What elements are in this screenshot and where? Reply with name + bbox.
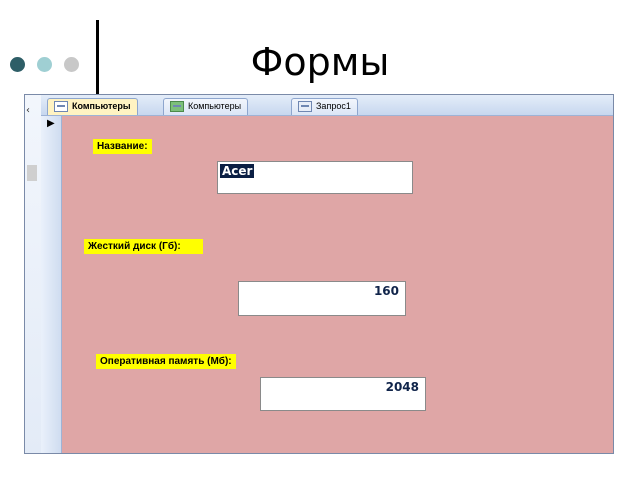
nav-collapse-icon[interactable]: ‹: [26, 105, 30, 116]
slide-title: Формы: [250, 40, 390, 84]
tab-label: Компьютеры: [72, 101, 131, 111]
hdd-label: Жесткий диск (Гб):: [84, 239, 203, 254]
name-label: Название:: [93, 139, 152, 154]
nav-pane-item[interactable]: [27, 165, 37, 181]
query-icon: [298, 101, 312, 112]
ram-value: 2048: [385, 380, 419, 394]
current-record-icon: ▶: [47, 118, 55, 129]
bullet-dot-gray: [64, 57, 79, 72]
tab-label: Компьютеры: [188, 101, 242, 111]
document-tab-bar: Компьютеры Компьютеры Запрос1: [41, 95, 613, 116]
hdd-value: 160: [373, 284, 399, 298]
navigation-pane[interactable]: ‹: [25, 95, 42, 453]
title-divider: [96, 20, 99, 94]
hdd-field[interactable]: 160: [238, 281, 406, 316]
form-icon: [54, 101, 68, 112]
tab-computers-table[interactable]: Компьютеры: [163, 98, 249, 115]
tab-computers-form[interactable]: Компьютеры: [47, 98, 138, 115]
form-detail-section: Название: Acer Жесткий диск (Гб): 160 Оп…: [62, 116, 613, 453]
table-icon: [170, 101, 184, 112]
ram-field[interactable]: 2048: [260, 377, 426, 411]
bullet-dot-light: [37, 57, 52, 72]
record-selector[interactable]: ▶: [41, 116, 62, 453]
tab-label: Запрос1: [316, 101, 351, 111]
name-value: Acer: [220, 164, 255, 178]
bullet-dot-dark: [10, 57, 25, 72]
ram-label: Оперативная память (Мб):: [96, 354, 236, 369]
tab-query1[interactable]: Запрос1: [291, 98, 358, 115]
access-form-window: ‹ Компьютеры Компьютеры Запрос1 ▶ Назван…: [24, 94, 614, 454]
name-field[interactable]: Acer: [217, 161, 413, 194]
